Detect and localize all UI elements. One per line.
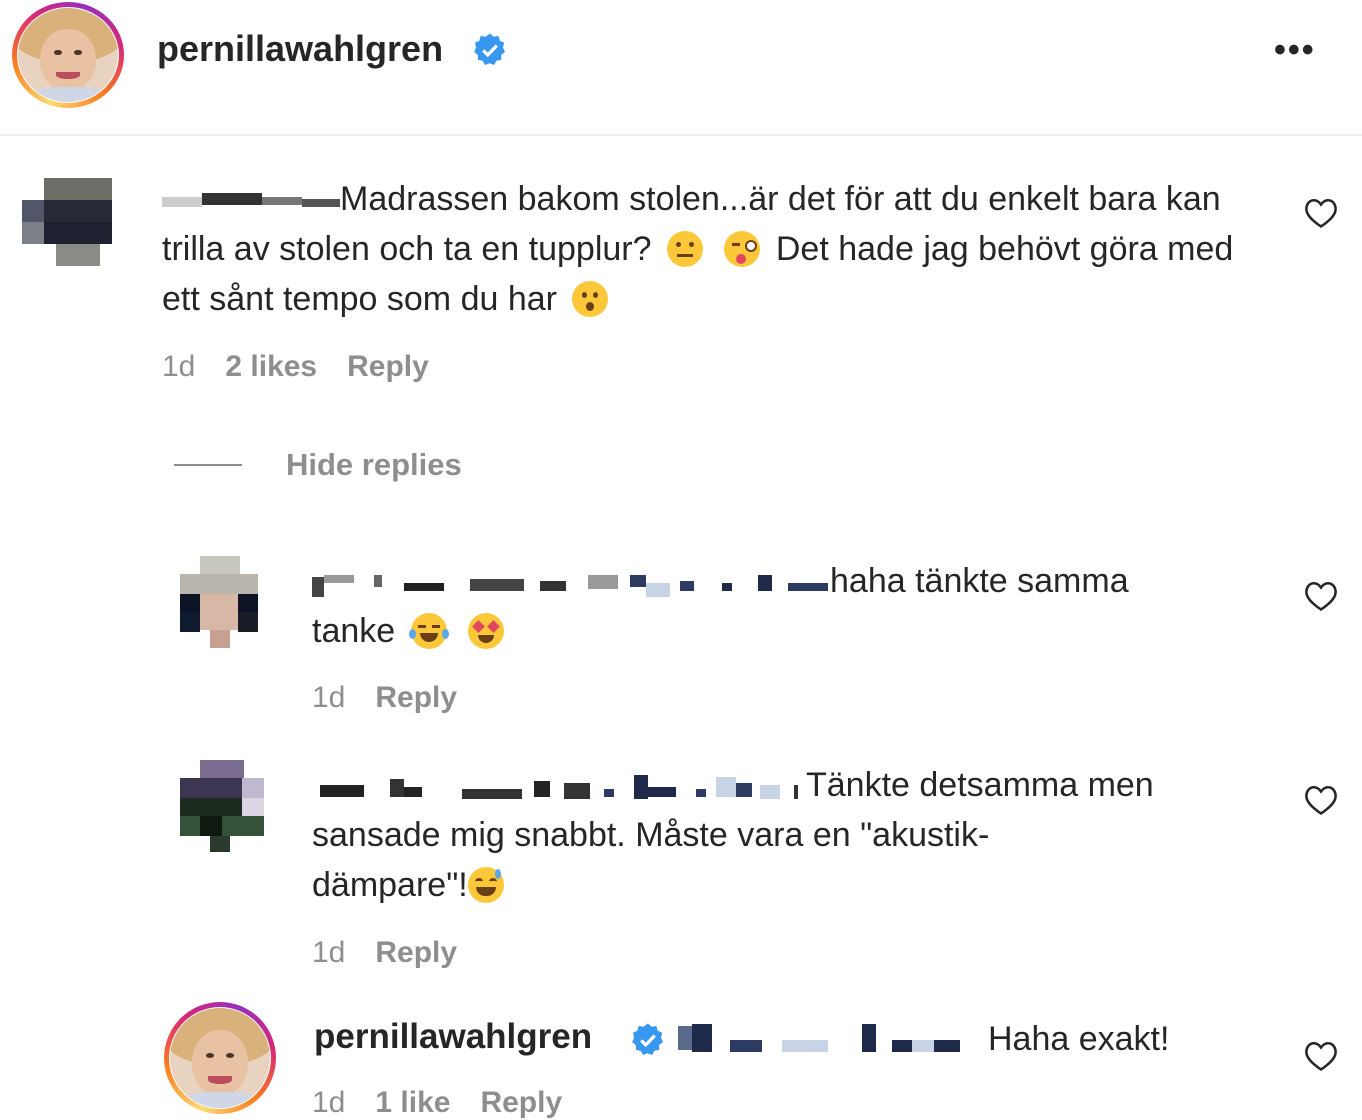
post-header: pernillawahlgren ••• bbox=[0, 0, 1362, 136]
avatar bbox=[18, 8, 118, 102]
avatar bbox=[170, 1008, 270, 1108]
reply-button[interactable]: Reply bbox=[375, 681, 457, 714]
comment-meta: 1d 2 likes Reply bbox=[162, 350, 459, 384]
like-heart-icon[interactable] bbox=[1304, 1040, 1338, 1072]
reply-body: Haha exakt! bbox=[988, 1020, 1170, 1058]
reply-time: 1d bbox=[312, 681, 346, 714]
reply-button[interactable]: Reply bbox=[347, 350, 429, 383]
like-heart-icon[interactable] bbox=[1304, 580, 1338, 612]
verified-badge-icon bbox=[632, 1023, 663, 1055]
winking-tongue-emoji bbox=[724, 231, 761, 267]
reply-meta: 1d Reply bbox=[312, 936, 487, 970]
comment-likes[interactable]: 2 likes bbox=[225, 350, 317, 383]
surprised-face-emoji bbox=[572, 281, 609, 317]
reply-button[interactable]: Reply bbox=[375, 936, 457, 969]
star-struck-emoji bbox=[468, 613, 505, 649]
reply-meta: 1d Reply bbox=[312, 681, 487, 715]
redacted-username[interactable] bbox=[312, 773, 806, 801]
replies-divider-line bbox=[174, 464, 242, 466]
redacted-username[interactable] bbox=[162, 187, 340, 215]
reply-body-line2: sansade mig snabbt. Måste vara en "akust… bbox=[312, 816, 990, 854]
reply-username[interactable]: pernillawahlgren bbox=[314, 1017, 592, 1057]
reply-text: haha tänkte samma tanke bbox=[312, 556, 1262, 656]
reply-likes[interactable]: 1 like bbox=[375, 1086, 450, 1119]
reply-button[interactable]: Reply bbox=[480, 1086, 562, 1119]
like-heart-icon[interactable] bbox=[1304, 197, 1338, 229]
like-heart-icon[interactable] bbox=[1304, 784, 1338, 816]
reply-body-line2: tanke bbox=[312, 612, 396, 650]
story-avatar-ring[interactable] bbox=[164, 1002, 276, 1114]
commenter-avatar-blurred[interactable] bbox=[22, 178, 112, 268]
reply-body-line1: Tänkte detsamma men bbox=[806, 766, 1154, 804]
hide-replies-button[interactable]: Hide replies bbox=[286, 447, 462, 483]
reply-meta: 1d 1 like Reply bbox=[312, 1086, 592, 1120]
verified-badge-icon bbox=[474, 33, 505, 65]
comment-time: 1d bbox=[162, 350, 196, 383]
reply-time: 1d bbox=[312, 936, 346, 969]
redacted-username[interactable] bbox=[312, 569, 830, 598]
more-options-icon[interactable]: ••• bbox=[1274, 33, 1316, 67]
tears-of-joy-emoji bbox=[408, 613, 449, 649]
reply-body-line1: haha tänkte samma bbox=[830, 562, 1129, 600]
header-username[interactable]: pernillawahlgren bbox=[157, 28, 443, 70]
thinking-face-emoji bbox=[666, 231, 703, 267]
reply-text: Tänkte detsamma men sansade mig snabbt. … bbox=[312, 760, 1262, 910]
reply-time: 1d bbox=[312, 1086, 346, 1119]
comment-text: Madrassen bakom stolen...är det för att … bbox=[162, 174, 1272, 324]
reply-avatar-blurred[interactable] bbox=[180, 556, 258, 648]
story-avatar-ring[interactable] bbox=[12, 2, 124, 108]
redacted-mention[interactable] bbox=[678, 1020, 962, 1056]
grinning-sweat-emoji bbox=[467, 867, 504, 903]
reply-avatar-blurred[interactable] bbox=[180, 760, 264, 852]
reply-body-line3: dämpare"! bbox=[312, 866, 468, 904]
